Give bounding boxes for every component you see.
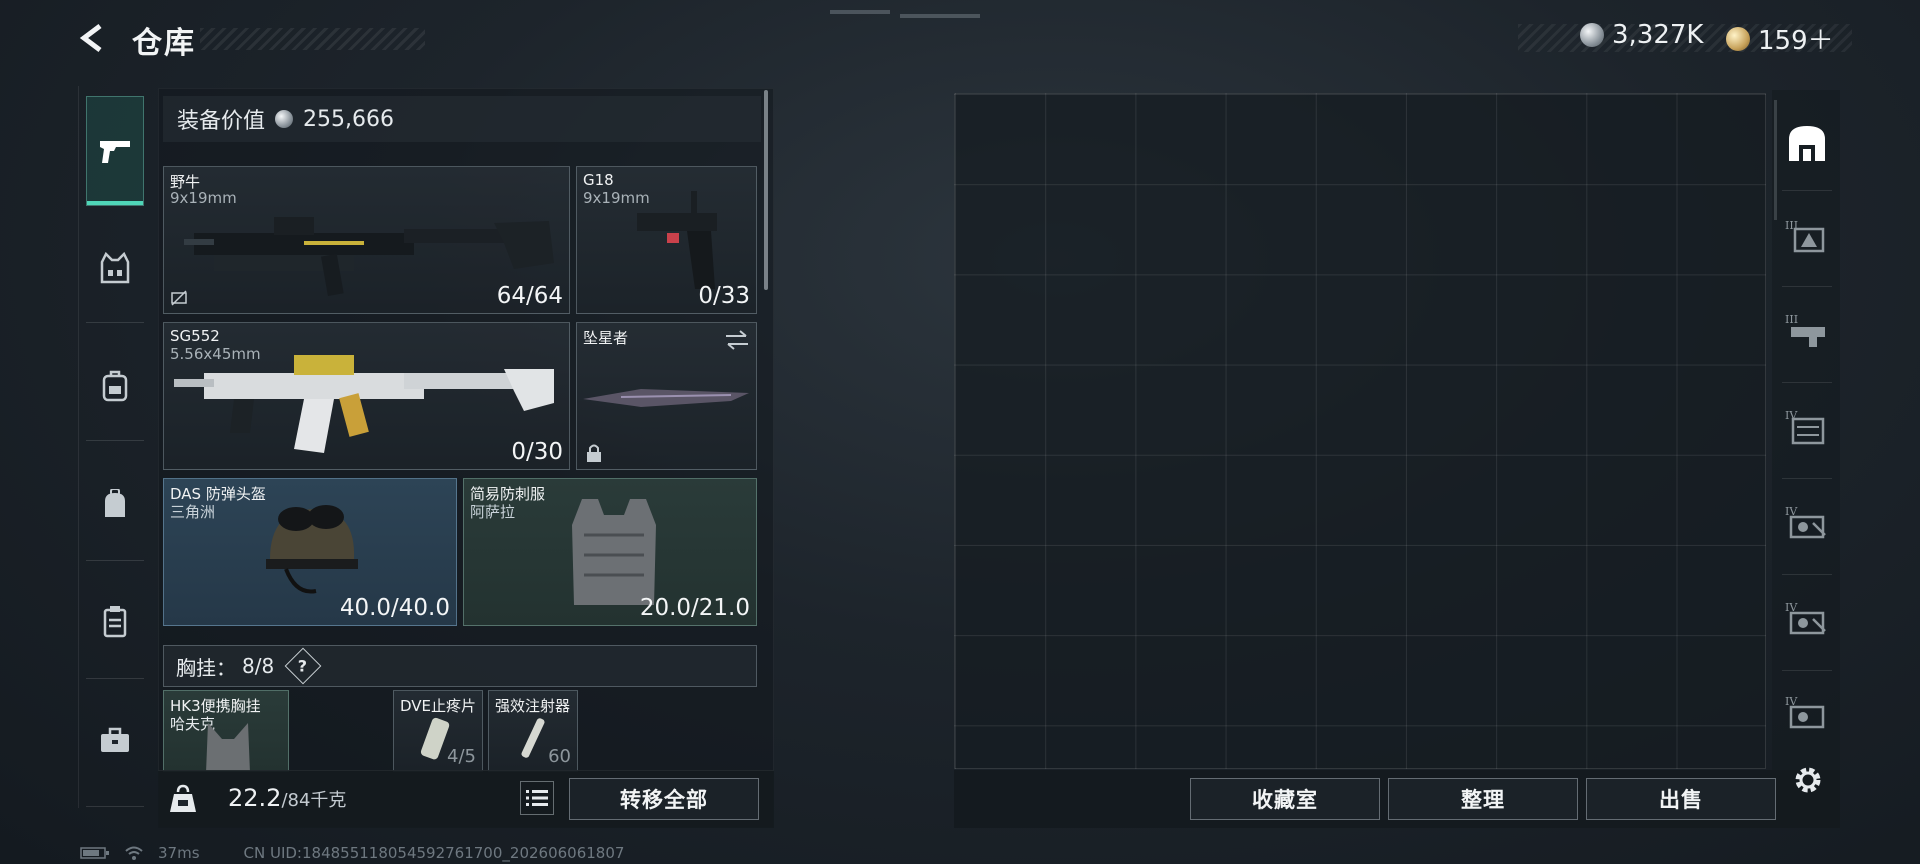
back-arrow-icon bbox=[79, 24, 102, 52]
stash-tab-4a[interactable]: IV bbox=[1780, 400, 1834, 454]
toolbox-icon bbox=[101, 727, 129, 752]
stash-tab-4b[interactable]: IV bbox=[1780, 496, 1834, 550]
armor-slot[interactable]: 简易防刺服 阿萨拉 20.0/21.0 bbox=[463, 478, 757, 626]
top-decoration bbox=[830, 10, 980, 18]
tab-bag[interactable] bbox=[86, 474, 144, 534]
helmet-faction: 三角洲 bbox=[170, 503, 216, 521]
user-uid: CN UID:1848551180545927617​00_2026060618… bbox=[243, 844, 625, 862]
silver-coin-icon bbox=[275, 110, 294, 128]
question-icon: ? bbox=[298, 656, 308, 676]
gear-icon bbox=[1795, 767, 1821, 793]
item-count: 60 bbox=[548, 746, 571, 767]
weapon-ammo: 0/33 bbox=[698, 283, 750, 309]
collection-room-button[interactable]: 收藏室 bbox=[1190, 778, 1380, 820]
stash-tier4-b-icon: IV bbox=[1785, 505, 1826, 539]
page-title: 仓库 bbox=[132, 26, 196, 61]
help-button[interactable]: ? bbox=[284, 647, 322, 685]
title-decoration bbox=[200, 28, 425, 50]
stash-home-tab[interactable] bbox=[1780, 116, 1834, 170]
equipment-value: 255,666 bbox=[303, 106, 394, 132]
inventory-item-injector[interactable]: 强效注射器 60 bbox=[488, 690, 578, 772]
chest-rig-image bbox=[206, 723, 250, 771]
stash-tier4-d-icon: IV bbox=[1785, 695, 1825, 729]
tab-container[interactable] bbox=[86, 592, 144, 652]
pistol-icon bbox=[100, 141, 130, 163]
helmet-slot[interactable]: DAS 防弹头盔 三角洲 40.0/40.0 bbox=[163, 478, 457, 626]
vest-image bbox=[572, 499, 656, 605]
helmet-image bbox=[266, 505, 358, 594]
stash-tier4-c-icon: IV bbox=[1785, 601, 1826, 635]
vest-icon bbox=[100, 252, 130, 284]
tab-vest[interactable] bbox=[86, 238, 144, 298]
container-icon bbox=[103, 606, 127, 638]
tab-weapons[interactable] bbox=[86, 96, 144, 206]
battery-icon bbox=[80, 847, 109, 859]
swap-icon[interactable] bbox=[724, 329, 750, 351]
gold-currency[interactable]: 159＋ bbox=[1726, 20, 1834, 57]
back-button[interactable] bbox=[76, 20, 112, 56]
stash-tier3-b-icon: III bbox=[1785, 313, 1825, 347]
armor-durability: 20.0/21.0 bbox=[639, 595, 750, 621]
equipment-value-row: 装备价值 255,666 bbox=[163, 96, 761, 142]
chest-rig-header: 胸挂： 8/8 ? bbox=[163, 645, 757, 687]
lock-icon bbox=[587, 444, 601, 462]
chest-rig-slot[interactable]: HK3便携胸挂 哈夫克 bbox=[163, 690, 289, 772]
stash-tab-4c[interactable]: IV bbox=[1780, 592, 1834, 646]
loadout-scrollbar[interactable] bbox=[764, 90, 768, 290]
weapon-slot-sidearm[interactable]: G18 9x19mm 0/33 bbox=[576, 166, 757, 314]
equipment-value-label: 装备价值 bbox=[177, 109, 266, 134]
transfer-all-button[interactable]: 转移全部 bbox=[569, 778, 759, 820]
stash-tier3-a-icon: III bbox=[1785, 219, 1825, 253]
stash-tab-3b[interactable]: III bbox=[1780, 304, 1834, 358]
weapon-ammo: 64/64 bbox=[496, 283, 563, 309]
status-bar: 37ms CN UID:1848551180545927617​00_20260… bbox=[80, 844, 624, 862]
helmet-durability: 40.0/40.0 bbox=[339, 595, 450, 621]
melee-slot[interactable]: 坠星者 bbox=[576, 322, 757, 470]
carry-weight-current: 22.2 bbox=[228, 784, 282, 812]
tab-toolbox[interactable] bbox=[86, 710, 144, 770]
weapon-slot-primary[interactable]: 野牛 9x19mm 64/64 bbox=[163, 166, 570, 314]
gold-coin-icon bbox=[1726, 26, 1750, 51]
stash-home-icon bbox=[1789, 126, 1825, 161]
ping-value: 37ms bbox=[158, 844, 200, 862]
svg-text:III: III bbox=[1785, 313, 1798, 326]
carry-weight-max: /84千克 bbox=[281, 790, 347, 811]
silver-currency[interactable]: 3,327K bbox=[1580, 20, 1703, 50]
weight-icon bbox=[168, 782, 198, 816]
item-count: 4/5 bbox=[447, 746, 476, 767]
tab-backpack[interactable] bbox=[86, 356, 144, 416]
weapon-name: G18 bbox=[583, 171, 614, 189]
injector-image bbox=[521, 718, 545, 758]
backpack-icon bbox=[102, 370, 128, 402]
knife-image bbox=[583, 389, 749, 407]
carry-weight: 22.2/84千克 bbox=[228, 784, 346, 812]
stash-grid[interactable] bbox=[954, 93, 1766, 769]
armor-faction: 阿萨拉 bbox=[470, 503, 516, 521]
sell-button[interactable]: 出售 bbox=[1586, 778, 1776, 820]
silver-currency-value: 3,327K bbox=[1612, 20, 1704, 50]
list-view-button[interactable] bbox=[520, 781, 554, 815]
weapon-slot-secondary[interactable]: SG552 5.56x45mm 0/30 bbox=[163, 322, 570, 470]
no-mod-icon bbox=[171, 290, 187, 306]
melee-name: 坠星者 bbox=[583, 329, 629, 347]
inventory-item-painkiller[interactable]: DVE止疼片 4/5 bbox=[393, 690, 483, 772]
pistol-image bbox=[637, 191, 717, 289]
silver-coin-icon bbox=[1580, 23, 1604, 47]
bag-icon bbox=[105, 489, 125, 517]
chest-rig-capacity: 8/8 bbox=[242, 654, 275, 678]
sort-button[interactable]: 整理 bbox=[1388, 778, 1578, 820]
stash-tab-3a[interactable]: III bbox=[1780, 210, 1834, 264]
rifle-image bbox=[174, 355, 554, 453]
chest-rig-label: 胸挂： bbox=[176, 655, 236, 680]
stash-tier4-a-icon: IV bbox=[1785, 409, 1825, 445]
settings-button[interactable] bbox=[1788, 760, 1828, 800]
weapon-ammo: 0/30 bbox=[511, 439, 563, 465]
list-icon bbox=[526, 790, 548, 806]
wifi-icon bbox=[125, 846, 143, 860]
stash-tab-4d[interactable]: IV bbox=[1780, 686, 1834, 740]
gold-currency-value: 159＋ bbox=[1758, 26, 1834, 56]
